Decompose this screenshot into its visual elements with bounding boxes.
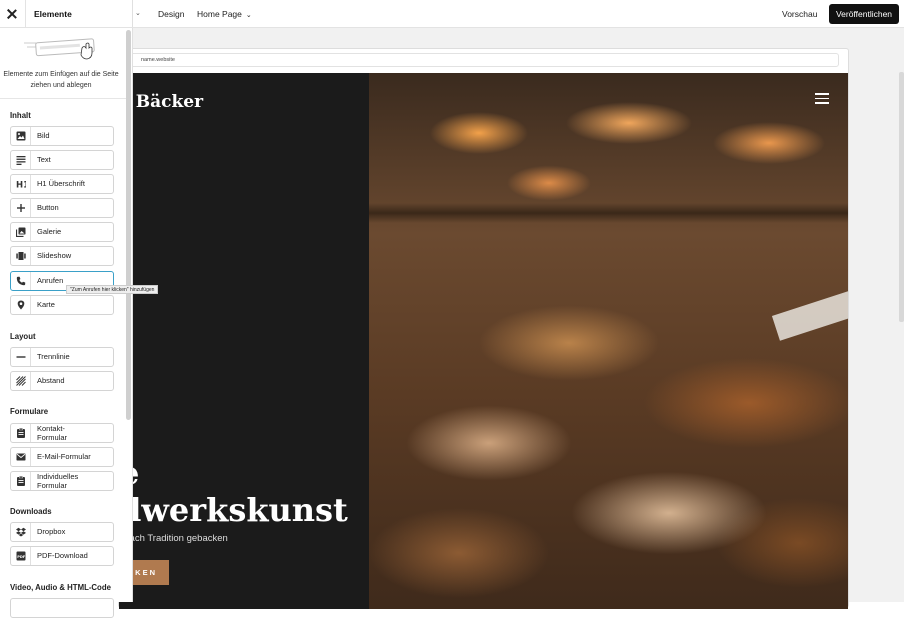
hero-subtitle[interactable]: t nach Tradition gebacken	[119, 533, 228, 544]
panel-title: Elemente	[34, 9, 72, 19]
section-video: Video, Audio & HTML-Code	[10, 583, 111, 592]
pdf-icon: PDF	[11, 547, 31, 565]
form-icon	[11, 472, 31, 490]
divider	[0, 98, 126, 99]
element-bild[interactable]: Bild	[10, 126, 114, 146]
map-pin-icon	[11, 296, 31, 314]
drag-drop-illustration-icon	[24, 38, 95, 60]
phone-icon	[11, 272, 31, 290]
mail-icon	[11, 448, 31, 466]
element-label: Button	[37, 203, 59, 212]
tooltip: "Zum Anrufen hier klicken" hinzufügen	[66, 285, 159, 294]
plus-icon	[11, 199, 31, 217]
gallery-icon	[11, 223, 31, 241]
element-label: Dropbox	[37, 527, 66, 536]
element-galerie[interactable]: Galerie	[10, 222, 114, 242]
element-pdf-download[interactable]: PDF PDF-Download	[10, 546, 114, 566]
dropbox-icon	[11, 523, 31, 541]
publish-button[interactable]: Veröffentlichen	[829, 4, 899, 24]
top-bar: ⌄ Design Home Page ⌄ Vorschau Veröffentli…	[0, 0, 904, 28]
element-partial[interactable]	[10, 598, 114, 618]
hero-heading-line2[interactable]: dwerkskunst	[119, 491, 348, 529]
panel-scrollbar[interactable]	[126, 30, 131, 420]
element-individuelles-formular[interactable]: Individuelles Formular	[10, 471, 114, 491]
browser-frame: name.website e Bäcker e dwerkskunst t na…	[118, 48, 849, 609]
element-kontakt-formular[interactable]: Kontakt- Formular	[10, 423, 114, 443]
heading-icon: H1	[11, 175, 31, 193]
website-preview[interactable]: e Bäcker e dwerkskunst t nach Tradition …	[119, 73, 848, 609]
element-button[interactable]: Button	[10, 198, 114, 218]
element-label: Individuelles Formular	[37, 472, 78, 490]
panel-header: Elemente	[0, 0, 133, 28]
url-bar: name.website	[129, 53, 839, 67]
section-inhalt: Inhalt	[10, 111, 31, 120]
hero-photo[interactable]	[369, 73, 848, 609]
element-label: PDF-Download	[37, 551, 88, 560]
element-karte[interactable]: Karte	[10, 295, 114, 315]
element-label: Anrufen	[37, 276, 64, 285]
element-abstand[interactable]: Abstand	[10, 371, 114, 391]
element-label: H1 Überschrift	[37, 179, 85, 188]
element-label: E-Mail-Formular	[37, 452, 91, 461]
element-label: Galerie	[37, 227, 62, 236]
chevron-down-icon[interactable]: ⌄	[135, 0, 141, 28]
chevron-down-icon: ⌄	[245, 12, 252, 19]
element-label: Slideshow	[37, 251, 72, 260]
element-text[interactable]: Text	[10, 150, 114, 170]
label-line2: Formular	[37, 480, 68, 490]
section-downloads: Downloads	[10, 507, 52, 516]
elements-panel: Elemente Elemente zum Einfügen auf die S…	[0, 0, 159, 618]
hamburger-icon[interactable]	[815, 93, 829, 104]
element-dropbox[interactable]: Dropbox	[10, 522, 114, 542]
canvas-scrollbar[interactable]	[899, 72, 904, 322]
element-trennlinie[interactable]: Trennlinie	[10, 347, 114, 367]
svg-text:H1: H1	[16, 181, 26, 190]
panel-intro: Elemente zum Einfügen auf die Seite zieh…	[3, 71, 119, 89]
element-slideshow[interactable]: Slideshow	[10, 246, 114, 266]
element-label: Text	[37, 155, 51, 164]
image-icon	[11, 127, 31, 145]
section-layout: Layout	[10, 332, 36, 341]
design-menu[interactable]: Design	[158, 0, 184, 28]
element-email-formular[interactable]: E-Mail-Formular	[10, 447, 114, 467]
header-divider	[25, 0, 26, 28]
element-h1[interactable]: H1 H1 Überschrift	[10, 174, 114, 194]
spacer-icon	[11, 372, 31, 390]
preview-button[interactable]: Vorschau	[782, 0, 817, 28]
close-icon[interactable]	[6, 8, 18, 20]
svg-text:PDF: PDF	[17, 555, 26, 559]
page-selector[interactable]: Home Page ⌄	[197, 0, 252, 28]
element-label: Kontakt- Formular	[37, 424, 68, 442]
element-label: Abstand	[37, 376, 65, 385]
text-lines-icon	[11, 151, 31, 169]
section-formulare: Formulare	[10, 407, 49, 416]
photo-sign	[771, 291, 848, 341]
photo-shelf	[369, 203, 848, 223]
label-line2: Formular	[37, 432, 68, 442]
form-icon	[11, 424, 31, 442]
element-label: Karte	[37, 300, 55, 309]
divider-icon	[11, 348, 31, 366]
element-label: Bild	[37, 131, 50, 140]
editor-canvas: name.website e Bäcker e dwerkskunst t na…	[0, 28, 904, 609]
element-label: Trennlinie	[37, 352, 70, 361]
page-selector-label: Home Page	[197, 9, 242, 19]
slideshow-icon	[11, 247, 31, 265]
